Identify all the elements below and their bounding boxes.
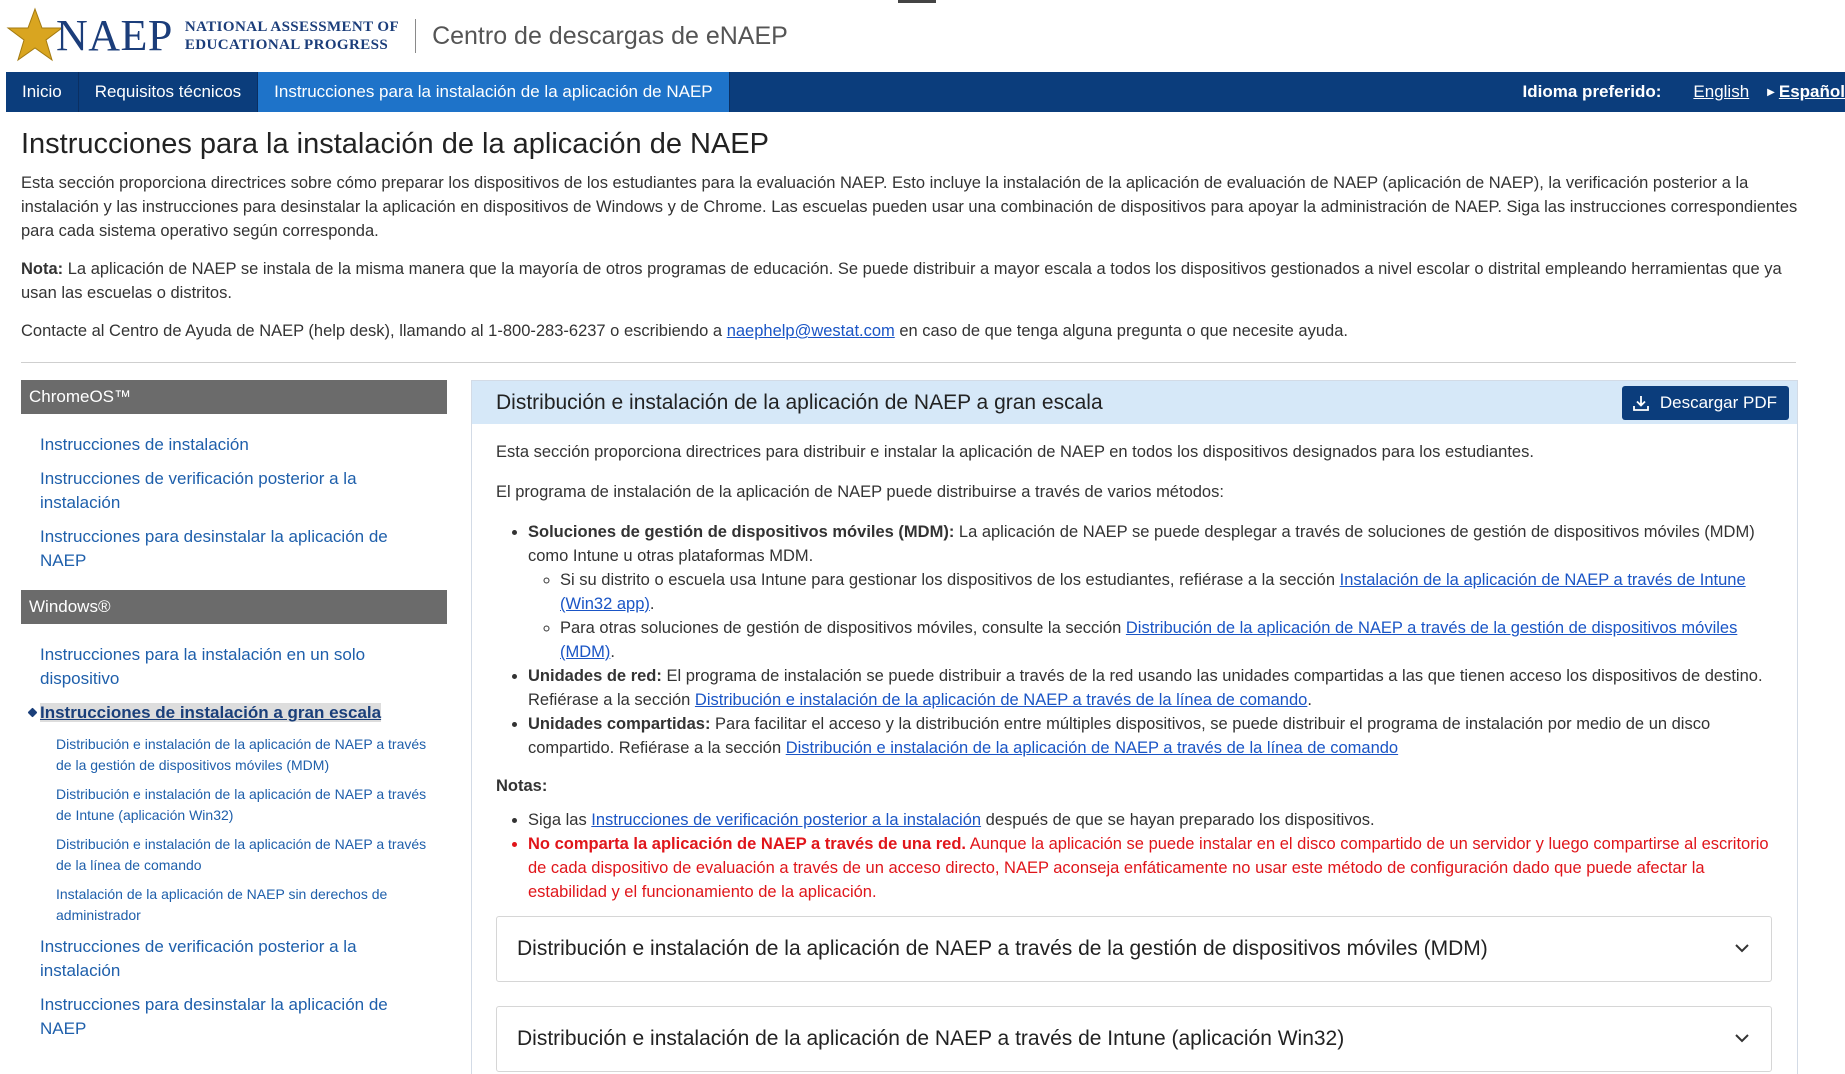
notes-label: Notas: bbox=[496, 777, 548, 795]
logo-subtitle-line1: NATIONAL ASSESSMENT OF bbox=[184, 19, 400, 35]
naep-logo[interactable]: NAEP NATIONAL ASSESSMENT OF EDUCATIONAL … bbox=[6, 7, 399, 65]
logo-wordmark: NAEP bbox=[56, 11, 173, 60]
contact-post: en caso de que tenga alguna pregunta o q… bbox=[894, 322, 1348, 340]
sidebar-item-chrome-uninstall[interactable]: Instrucciones para desinstalar la aplica… bbox=[21, 520, 447, 578]
method-network: Unidades de red: El programa de instalac… bbox=[528, 664, 1772, 712]
mdm-sublist: Si su distrito o escuela usa Intune para… bbox=[528, 568, 1772, 664]
current-item-bullet-icon bbox=[27, 707, 38, 718]
sidebar-subitem-no-admin[interactable]: Instalación de la aplicación de NAEP sin… bbox=[21, 880, 447, 930]
panel-paragraph-1: Esta sección proporciona directrices par… bbox=[496, 443, 1534, 461]
sidebar-heading-chromeos: ChromeOS™ bbox=[21, 380, 447, 414]
logo-subtitle: NATIONAL ASSESSMENT OF EDUCATIONAL PROGR… bbox=[185, 18, 399, 54]
method-shared-label: Unidades compartidas: bbox=[528, 715, 711, 733]
note-warning-bold: No comparta la aplicación de NAEP a trav… bbox=[528, 835, 967, 853]
accordion-mdm[interactable]: Distribución e instalación de la aplicac… bbox=[496, 916, 1772, 982]
method-mdm: Soluciones de gestión de dispositivos mó… bbox=[528, 520, 1772, 664]
sidebar-item-win-large-scale-label: Instrucciones de instalación a gran esca… bbox=[40, 703, 382, 722]
download-icon bbox=[1632, 396, 1649, 411]
cmdline-section-link-2[interactable]: Distribución e instalación de la aplicac… bbox=[786, 739, 1398, 757]
note-verify-post: después de que se hayan preparado los di… bbox=[981, 811, 1375, 829]
triangle-right-icon: ▶ bbox=[1767, 86, 1775, 98]
accordion-intune[interactable]: Distribución e instalación de la aplicac… bbox=[496, 1006, 1772, 1072]
mdm-other-post: . bbox=[610, 643, 615, 661]
lang-espanol-link[interactable]: Español bbox=[1779, 82, 1845, 102]
method-shared: Unidades compartidas: Para facilitar el … bbox=[528, 712, 1772, 760]
sidebar: ChromeOS™ Instrucciones de instalación I… bbox=[21, 380, 447, 1058]
nav-instrucciones[interactable]: Instrucciones para la instalación de la … bbox=[258, 72, 730, 112]
helpdesk-email-link[interactable]: naephelp@westat.com bbox=[727, 322, 895, 340]
lang-english-link[interactable]: English bbox=[1693, 82, 1749, 102]
mdm-intune-post: . bbox=[649, 595, 655, 613]
accordion-mdm-title: Distribución e instalación de la aplicac… bbox=[517, 937, 1488, 960]
mdm-other-pre: Para otras soluciones de gestión de disp… bbox=[560, 619, 1126, 637]
page-title: Instrucciones para la instalación de la … bbox=[21, 128, 769, 160]
language-selector: Idioma preferido: English ▶ Español bbox=[1523, 72, 1845, 112]
methods-list: Soluciones de gestión de dispositivos mó… bbox=[496, 520, 1772, 760]
sidebar-item-win-single[interactable]: Instrucciones para la instalación en un … bbox=[21, 638, 447, 696]
site-header: NAEP NATIONAL ASSESSMENT OF EDUCATIONAL … bbox=[0, 0, 1845, 72]
method-network-label: Unidades de red: bbox=[528, 667, 662, 685]
intro-paragraph: Esta sección proporciona directrices sob… bbox=[21, 174, 1798, 240]
download-pdf-label: Descargar PDF bbox=[1659, 393, 1777, 412]
chevron-down-icon bbox=[1735, 1034, 1749, 1043]
verify-instructions-link[interactable]: Instrucciones de verificación posterior … bbox=[591, 811, 981, 829]
note-label: Nota: bbox=[21, 260, 64, 278]
download-pdf-button[interactable]: Descargar PDF bbox=[1621, 386, 1789, 420]
panel-body: Esta sección proporciona directrices par… bbox=[472, 424, 1797, 1072]
mdm-intune-pre: Si su distrito o escuela usa Intune para… bbox=[560, 571, 1340, 589]
sidebar-subitem-intune[interactable]: Distribución e instalación de la aplicac… bbox=[21, 780, 447, 830]
mdm-other-item: Para otras soluciones de gestión de disp… bbox=[560, 616, 1772, 664]
accordion-intune-title: Distribución e instalación de la aplicac… bbox=[517, 1027, 1345, 1050]
nav-requisitos[interactable]: Requisitos técnicos bbox=[79, 72, 259, 112]
nav-inicio[interactable]: Inicio bbox=[6, 72, 79, 112]
intro-note: Nota: La aplicación de NAEP se instala d… bbox=[21, 257, 1801, 305]
note-text: La aplicación de NAEP se instala de la m… bbox=[21, 260, 1782, 302]
contact-pre: Contacte al Centro de Ayuda de NAEP (hel… bbox=[21, 322, 727, 340]
header-divider bbox=[415, 19, 417, 53]
sidebar-heading-windows: Windows® bbox=[21, 590, 447, 624]
chevron-down-icon bbox=[1735, 944, 1749, 953]
panel-paragraph-2: El programa de instalación de la aplicac… bbox=[496, 483, 1224, 501]
mdm-intune-item: Si su distrito o escuela usa Intune para… bbox=[560, 568, 1772, 616]
note-verify: Siga las Instrucciones de verificación p… bbox=[528, 808, 1772, 832]
note-warning: No comparta la aplicación de NAEP a trav… bbox=[528, 832, 1772, 904]
sidebar-item-chrome-verify[interactable]: Instrucciones de verificación posterior … bbox=[21, 462, 447, 520]
main-nav: Inicio Requisitos técnicos Instrucciones… bbox=[6, 72, 1845, 112]
sidebar-item-win-large-scale[interactable]: Instrucciones de instalación a gran esca… bbox=[21, 696, 447, 730]
section-divider bbox=[21, 362, 1796, 363]
method-network-post: . bbox=[1307, 691, 1312, 709]
language-label: Idioma preferido: bbox=[1522, 82, 1662, 101]
note-verify-pre: Siga las bbox=[528, 811, 592, 829]
panel-header: Distribución e instalación de la aplicac… bbox=[472, 381, 1797, 424]
sidebar-item-chrome-install[interactable]: Instrucciones de instalación bbox=[21, 428, 447, 462]
notes-heading: Notas: bbox=[496, 774, 1772, 798]
sidebar-list-windows: Instrucciones para la instalación en un … bbox=[21, 624, 447, 1058]
notes-list: Siga las Instrucciones de verificación p… bbox=[496, 808, 1772, 904]
cmdline-section-link[interactable]: Distribución e instalación de la aplicac… bbox=[695, 691, 1307, 709]
sidebar-item-win-uninstall[interactable]: Instrucciones para desinstalar la aplica… bbox=[21, 988, 447, 1046]
content-panel: Distribución e instalación de la aplicac… bbox=[471, 380, 1798, 1074]
method-mdm-label: Soluciones de gestión de dispositivos mó… bbox=[528, 523, 955, 541]
sidebar-subitem-mdm[interactable]: Distribución e instalación de la aplicac… bbox=[21, 730, 447, 780]
panel-title: Distribución e instalación de la aplicac… bbox=[496, 390, 1103, 414]
sidebar-item-win-verify[interactable]: Instrucciones de verificación posterior … bbox=[21, 930, 447, 988]
intro-section: Instrucciones para la instalación de la … bbox=[21, 128, 1801, 357]
logo-subtitle-line2: EDUCATIONAL PROGRESS bbox=[184, 37, 389, 53]
intro-contact: Contacte al Centro de Ayuda de NAEP (hel… bbox=[21, 319, 1801, 343]
site-title: Centro de descargas de eNAEP bbox=[432, 21, 788, 50]
sidebar-subitem-cmdline[interactable]: Distribución e instalación de la aplicac… bbox=[21, 830, 447, 880]
sidebar-list-chromeos: Instrucciones de instalación Instruccion… bbox=[21, 414, 447, 590]
